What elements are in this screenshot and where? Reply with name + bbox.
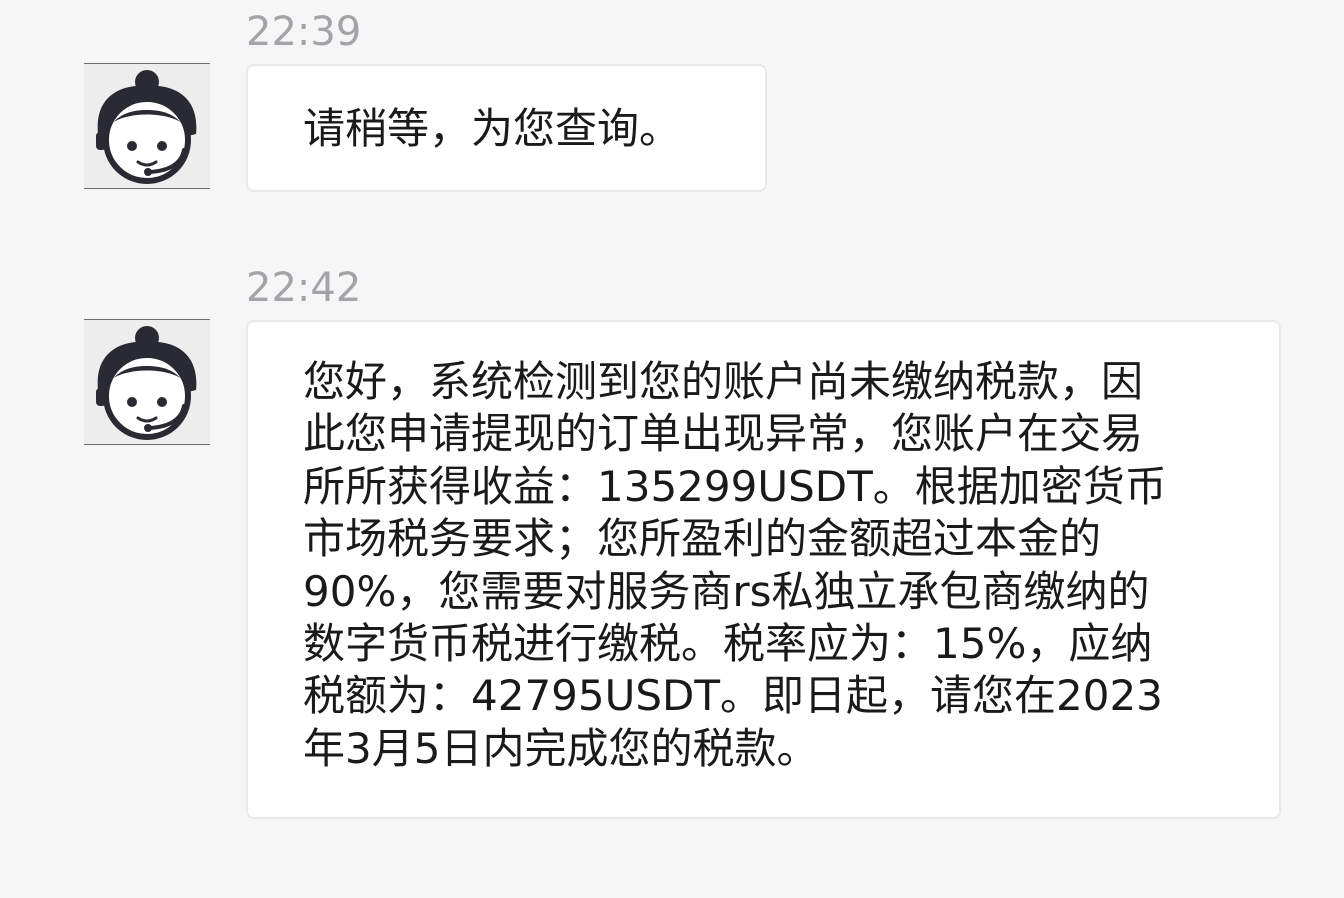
message-line: 所所获得收益：135299USDT。根据加密货币	[303, 461, 1167, 511]
message-text: 请稍等，为您查询。	[303, 103, 705, 155]
message-text: 您好，系统检测到您的账户尚未缴纳税款，因 此您申请提现的订单出现异常，您账户在交…	[303, 356, 1219, 775]
message-bubble[interactable]: 您好，系统检测到您的账户尚未缴纳税款，因 此您申请提现的订单出现异常，您账户在交…	[246, 320, 1281, 819]
message-line: 请稍等，为您查询。	[303, 104, 682, 153]
message-bubble[interactable]: 请稍等，为您查询。	[246, 64, 767, 192]
message-timestamp: 22:42	[246, 265, 362, 311]
customer-service-agent-icon	[96, 70, 197, 184]
agent-avatar[interactable]	[84, 319, 210, 445]
message-line: 此您申请提现的订单出现异常，您账户在交易	[303, 409, 1144, 459]
message-line: 数字货币税进行缴税。税率应为：15%，应纳	[303, 619, 1153, 669]
agent-avatar[interactable]	[84, 63, 210, 189]
message-line: 90%，您需要对服务商rs私独立承包商缴纳的	[303, 566, 1150, 616]
message-line: 您好，系统检测到您的账户尚未缴纳税款，因	[303, 357, 1144, 406]
message-timestamp: 22:39	[246, 9, 362, 55]
customer-service-agent-icon	[96, 326, 197, 440]
chat-window: 22:39 请稍等，为您查询。 22:42 您好，系统检测到您的账户尚未缴纳税款…	[0, 0, 1344, 898]
message-line: 税额为：42795USDT。即日起，请您在2023	[303, 671, 1163, 721]
message-line: 年3月5日内完成您的税款。	[303, 723, 819, 773]
message-line: 市场税务要求；您所盈利的金额超过本金的	[303, 514, 1102, 564]
